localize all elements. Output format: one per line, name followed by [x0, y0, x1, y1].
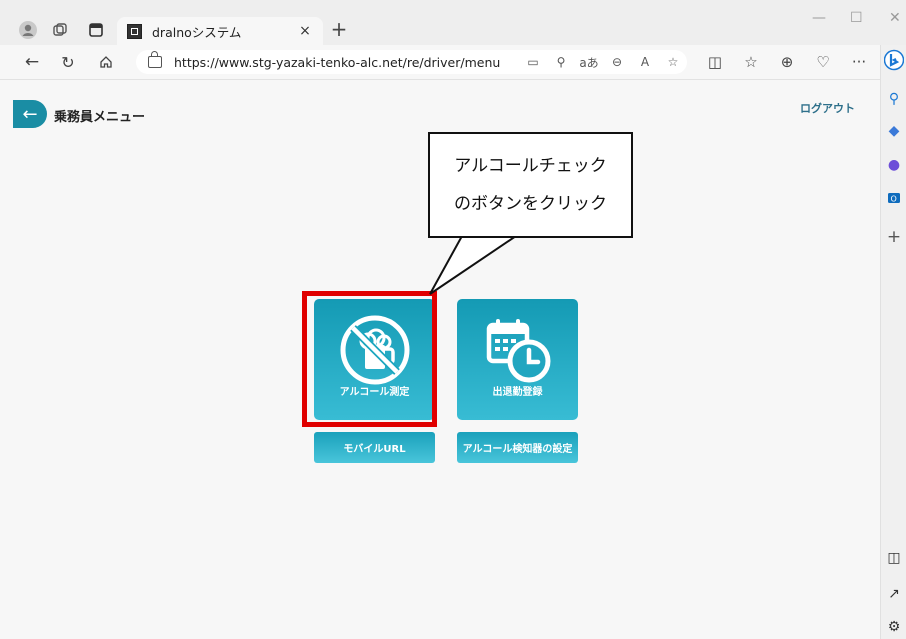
maximize-button[interactable]: ☐: [850, 10, 863, 26]
browser-tab-active[interactable]: dralnoシステム ×: [117, 17, 323, 45]
read-aloud-icon[interactable]: aあ: [575, 54, 603, 71]
minimize-button[interactable]: —: [812, 10, 826, 26]
url-text[interactable]: https://www.stg-yazaki-tenko-alc.net/re/…: [174, 55, 519, 70]
refresh-icon[interactable]: ↻: [58, 53, 78, 72]
favorites-icon[interactable]: ☆: [741, 53, 761, 71]
browser-essentials-icon[interactable]: ♡: [813, 53, 833, 71]
more-menu-icon[interactable]: ···: [849, 53, 869, 71]
external-link-icon[interactable]: ↗: [881, 586, 906, 602]
callout-line-1: アルコールチェック: [454, 156, 607, 176]
settings-gear-icon[interactable]: ⚙: [881, 619, 906, 635]
tools-icon[interactable]: ●: [881, 157, 906, 173]
site-favicon-icon: [127, 23, 142, 39]
browser-tab-bar: dralnoシステム × + — ☐ ✕: [0, 0, 906, 45]
favorite-star-icon[interactable]: ☆: [659, 55, 687, 69]
add-icon[interactable]: +: [881, 227, 906, 247]
profile-icon[interactable]: [18, 20, 38, 40]
outlook-icon[interactable]: O: [881, 191, 906, 209]
page-content: ← 乗務員メニュー ログアウト アルコール測定 出退勤登録 モバイルURL アル…: [0, 80, 880, 639]
detector-settings-button[interactable]: アルコール検知器の設定: [457, 432, 578, 463]
close-window-button[interactable]: ✕: [889, 10, 901, 26]
new-tab-button[interactable]: +: [328, 17, 350, 41]
callout-line-2: のボタンをクリック: [454, 194, 607, 214]
browser-nav-bar: ← ↻ https://www.stg-yazaki-tenko-alc.net…: [0, 45, 880, 80]
mobile-url-button[interactable]: モバイルURL: [314, 432, 435, 463]
immersive-reader-icon[interactable]: A: [631, 55, 659, 69]
zoom-icon[interactable]: ⊖: [603, 55, 631, 69]
calendar-clock-icon: [486, 319, 550, 383]
tab-title: dralnoシステム: [152, 24, 242, 40]
home-icon[interactable]: [96, 53, 116, 71]
key-icon[interactable]: ⚲: [547, 55, 575, 69]
bing-copilot-icon[interactable]: [881, 49, 906, 75]
edge-sidebar: ⚲ ◆ ● O + ◫ ↗ ⚙: [880, 45, 906, 639]
workspaces-icon[interactable]: [50, 20, 70, 40]
shopping-tag-icon[interactable]: ◆: [881, 123, 906, 139]
split-screen-icon[interactable]: ◫: [705, 53, 725, 71]
video-icon[interactable]: ▭: [519, 55, 547, 69]
attendance-label: 出退勤登録: [492, 387, 543, 398]
back-arrow-icon[interactable]: ←: [22, 52, 42, 72]
sidebar-toggle-icon[interactable]: ◫: [881, 550, 906, 566]
instruction-callout: アルコールチェック のボタンをクリック: [428, 132, 633, 238]
search-icon[interactable]: ⚲: [881, 91, 906, 107]
lock-icon[interactable]: [148, 51, 162, 68]
tab-close-icon[interactable]: ×: [295, 23, 315, 39]
collections-icon[interactable]: ⊕: [777, 53, 797, 71]
address-bar[interactable]: https://www.stg-yazaki-tenko-alc.net/re/…: [136, 50, 687, 74]
tab-actions-icon[interactable]: [86, 20, 106, 40]
svg-text:O: O: [891, 195, 897, 204]
